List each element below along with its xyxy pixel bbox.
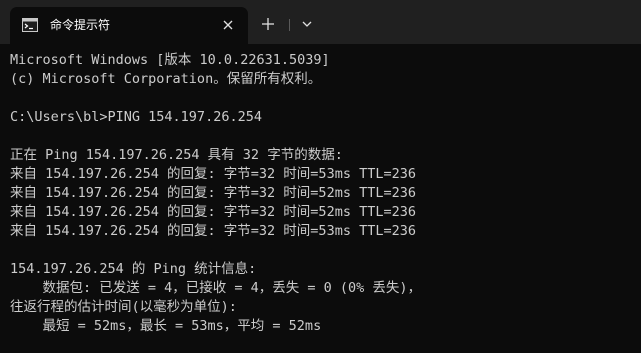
plus-icon[interactable] [260, 16, 276, 32]
title-bar: 命令提示符 [0, 0, 641, 44]
console-line: 数据包: 已发送 = 4，已接收 = 4，丢失 = 0 (0% 丢失)， [10, 280, 422, 296]
console-line: 来自 154.197.26.254 的回复: 字节=32 时间=53ms TTL… [10, 223, 416, 239]
console-line: 往返行程的估计时间(以毫秒为单位): [10, 299, 237, 315]
console-line: 154.197.26.254 的 Ping 统计信息: [10, 261, 257, 277]
console-output[interactable]: Microsoft Windows [版本 10.0.22631.5039] (… [10, 51, 635, 351]
titlebar-divider [289, 19, 290, 31]
terminal-icon [22, 18, 38, 32]
console-line: 来自 154.197.26.254 的回复: 字节=32 时间=52ms TTL… [10, 204, 416, 220]
console-line: 来自 154.197.26.254 的回复: 字节=32 时间=52ms TTL… [10, 185, 416, 201]
console-line: (c) Microsoft Corporation。保留所有权利。 [10, 71, 322, 87]
chevron-down-icon[interactable] [300, 17, 314, 31]
console-line: C:\Users\bl>PING 154.197.26.254 [10, 109, 262, 125]
console-line: Microsoft Windows [版本 10.0.22631.5039] [10, 52, 330, 68]
console-line: 最短 = 52ms，最长 = 53ms，平均 = 52ms [10, 318, 322, 334]
tab-command-prompt[interactable]: 命令提示符 [10, 7, 248, 44]
console-line: 正在 Ping 154.197.26.254 具有 32 字节的数据: [10, 147, 343, 163]
terminal-window: 命令提示符 Microsoft Windows [版本 10.0.22631.5… [0, 0, 641, 353]
tab-title: 命令提示符 [50, 18, 111, 32]
console-line: 来自 154.197.26.254 的回复: 字节=32 时间=53ms TTL… [10, 166, 416, 182]
close-icon[interactable] [220, 17, 236, 33]
